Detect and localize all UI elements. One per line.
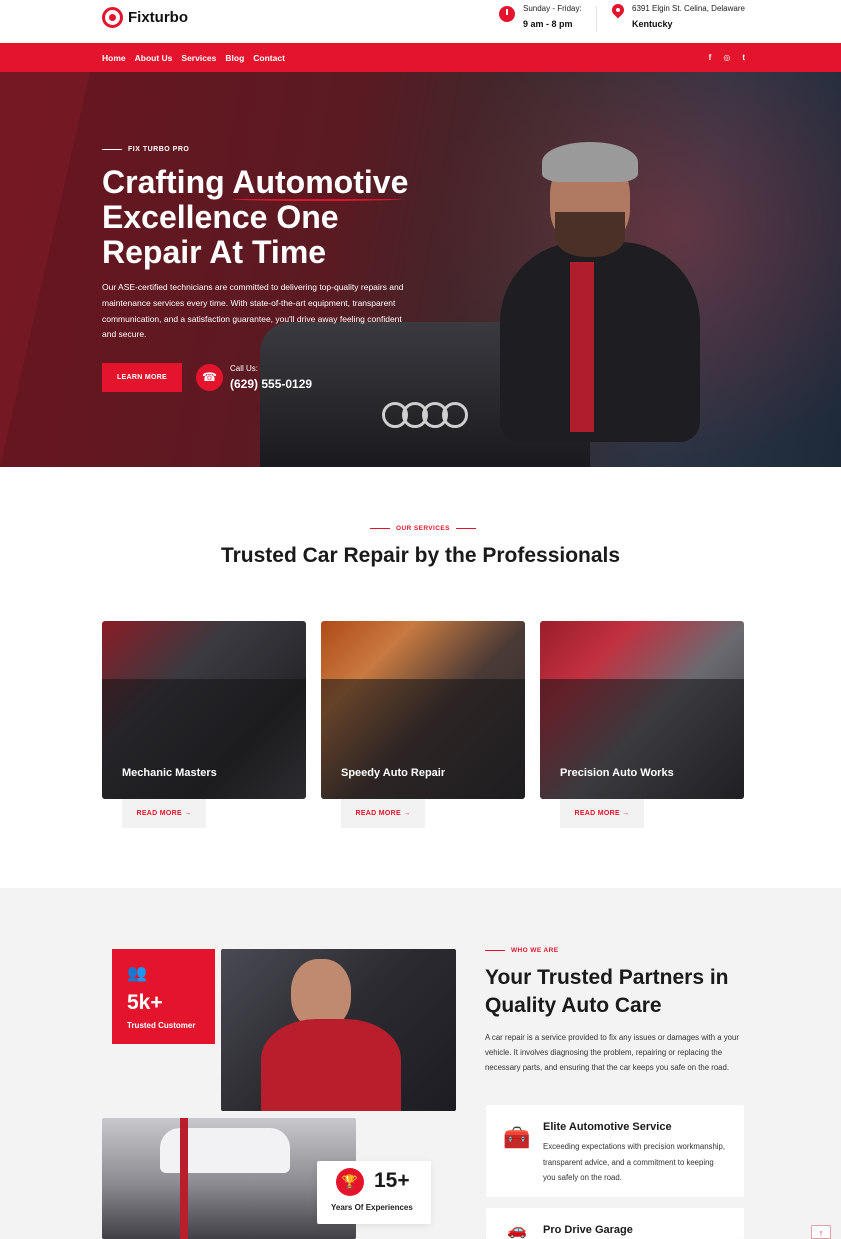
exp-label: Years Of Experiences <box>331 1203 413 1212</box>
call-number[interactable]: (629) 555-0129 <box>230 377 312 391</box>
divider <box>596 6 597 32</box>
service-card-title: Mechanic Masters <box>122 767 217 779</box>
card-overlay <box>321 679 525 799</box>
feature-title: Pro Drive Garage <box>543 1224 633 1236</box>
services-tag: OUR SERVICES <box>370 525 476 532</box>
nav-blog[interactable]: Blog <box>225 53 244 63</box>
clock-icon <box>499 6 515 22</box>
hero-accent-shape <box>0 72 90 467</box>
nav-links: Home About Us Services Blog Contact <box>102 43 285 72</box>
logo-text: Fixturbo <box>128 9 188 26</box>
call-label: Call Us: <box>230 364 259 373</box>
hours-value: 9 am - 8 pm <box>523 19 573 29</box>
twitter-icon[interactable]: t <box>742 53 745 62</box>
card-overlay <box>102 679 306 799</box>
location-pin-icon <box>612 4 624 20</box>
instagram-icon[interactable]: ◎ <box>723 53 730 62</box>
logo[interactable]: Fixturbo <box>102 7 188 28</box>
service-card[interactable]: Precision Auto Works <box>540 621 744 799</box>
read-more-link[interactable]: READ MORE → <box>341 799 425 828</box>
read-more-link[interactable]: READ MORE → <box>122 799 206 828</box>
services-tag-text: OUR SERVICES <box>396 525 450 532</box>
service-card[interactable]: Mechanic Masters <box>102 621 306 799</box>
card-overlay <box>540 679 744 799</box>
read-more-link[interactable]: READ MORE → <box>560 799 644 828</box>
car-logo-image <box>382 402 468 428</box>
nav-home[interactable]: Home <box>102 53 126 63</box>
about-title: Your Trusted Partners in Quality Auto Ca… <box>485 966 729 1017</box>
about-text: A car repair is a service provided to fi… <box>485 1033 739 1072</box>
stat-number: 5k+ <box>127 991 163 1014</box>
stat-label: Trusted Customer <box>127 1021 196 1030</box>
feature-card: 🚗 Pro Drive Garage <box>486 1208 744 1239</box>
nav-contact[interactable]: Contact <box>253 53 285 63</box>
hero-text: Our ASE-certified technicians are commit… <box>102 282 404 340</box>
hero-tagline-text: FIX TURBO PRO <box>128 146 190 153</box>
feature-text: Exceeding expectations with precision wo… <box>543 1142 726 1183</box>
hero-title: Crafting Automotive Excellence One Repai… <box>102 164 409 270</box>
car-icon: 🚗 <box>507 1222 527 1239</box>
toolbox-icon: 🧰 <box>503 1125 531 1150</box>
customers-stat: 👥 5k+ Trusted Customer <box>112 949 215 1044</box>
address-value: Kentucky <box>632 19 673 29</box>
scroll-top-button[interactable]: ↑ <box>811 1225 831 1239</box>
hours-info: Sunday - Friday: 9 am - 8 pm <box>499 4 582 29</box>
hours-label: Sunday - Friday: <box>523 4 582 13</box>
services-title: Trusted Car Repair by the Professionals <box>220 544 621 567</box>
nav-about[interactable]: About Us <box>135 53 173 63</box>
social-links: f ◎ t <box>709 43 745 72</box>
service-card[interactable]: Speedy Auto Repair <box>321 621 525 799</box>
gear-logo-icon <box>102 7 123 28</box>
address-label: 6391 Elgin St. Celina, Delaware <box>632 4 745 13</box>
phone-icon: ☎ <box>196 364 223 391</box>
top-header: Fixturbo Sunday - Friday: 9 am - 8 pm 63… <box>0 0 841 43</box>
title-underline <box>232 197 402 201</box>
mechanic-photo <box>221 949 456 1111</box>
main-nav: Home About Us Services Blog Contact f ◎ … <box>0 43 841 72</box>
nav-services[interactable]: Services <box>181 53 216 63</box>
service-card-title: Precision Auto Works <box>560 767 674 779</box>
feature-card: 🧰 Elite Automotive Service Exceeding exp… <box>486 1105 744 1197</box>
hero-tagline: FIX TURBO PRO <box>102 146 189 153</box>
trophy-icon: 🏆 <box>336 1168 364 1196</box>
about-tag: WHO WE ARE <box>485 947 558 954</box>
address-info: 6391 Elgin St. Celina, Delaware Kentucky <box>612 4 745 29</box>
exp-number: 15+ <box>374 1169 410 1192</box>
about-tag-text: WHO WE ARE <box>511 947 559 954</box>
users-icon: 👥 <box>127 965 147 982</box>
feature-title: Elite Automotive Service <box>543 1121 672 1133</box>
learn-more-button[interactable]: LEARN MORE <box>102 363 182 392</box>
mechanic-image <box>480 132 700 462</box>
service-card-title: Speedy Auto Repair <box>341 767 446 779</box>
facebook-icon[interactable]: f <box>709 53 712 62</box>
experience-stat: 🏆 15+ Years Of Experiences <box>317 1161 431 1224</box>
